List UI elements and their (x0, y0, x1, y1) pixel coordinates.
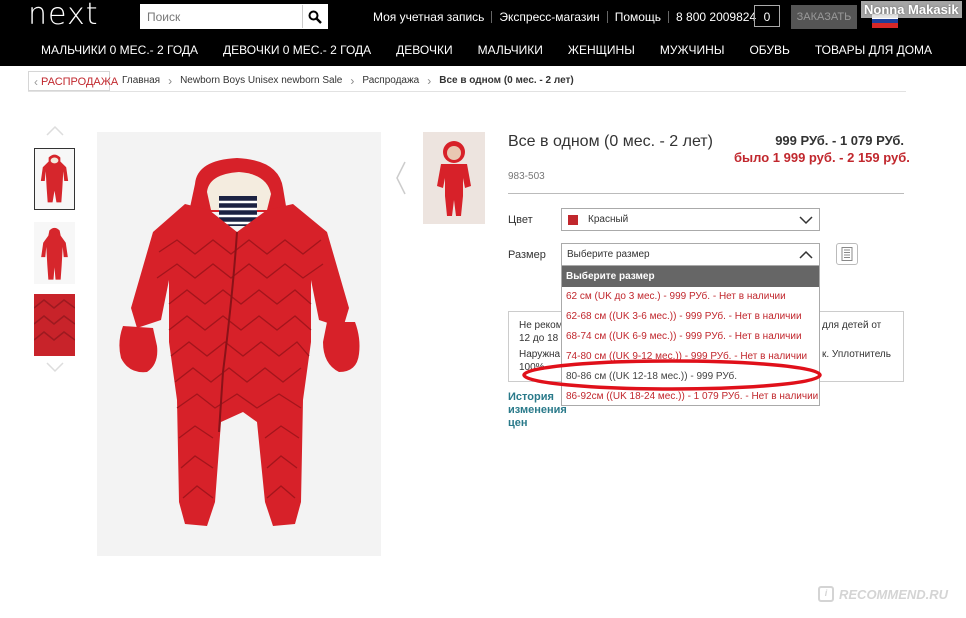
size-option[interactable]: 80-86 см ((UK 12-18 мес.)) - 999 РУб. (562, 367, 819, 387)
logo[interactable]: next (28, 0, 98, 34)
help-link[interactable]: Помощь (608, 11, 670, 23)
thumbnail-1[interactable] (34, 148, 75, 210)
price-history-link[interactable]: История изменения цен (508, 391, 567, 430)
nav-men[interactable]: МУЖЧИНЫ (652, 43, 733, 57)
search-input[interactable] (141, 5, 304, 28)
nav-girls[interactable]: ДЕВОЧКИ (388, 43, 460, 57)
description-line: Не реком (519, 320, 563, 331)
color-label: Цвет (508, 214, 533, 226)
size-option-placeholder[interactable]: Выберите размер (562, 266, 819, 287)
search-box (140, 4, 328, 29)
breadcrumb-home[interactable]: Главная (122, 75, 160, 86)
size-label: Размер (508, 249, 546, 261)
breadcrumb-sale[interactable]: Распродажа (362, 75, 419, 86)
back-button[interactable]: ‹ РАСПРОДАЖА (28, 70, 118, 91)
nav-girls-baby[interactable]: ДЕВОЧКИ 0 МЕС.- 2 ГОДА (215, 43, 379, 57)
size-guide-button[interactable] (836, 243, 858, 265)
recommend-logo-icon: i (818, 586, 834, 602)
back-label: РАСПРОДАЖА (41, 75, 119, 88)
thumbnail-2[interactable] (34, 222, 75, 284)
nav-boys-baby[interactable]: МАЛЬЧИКИ 0 МЕС.- 2 ГОДА (33, 43, 206, 57)
description-line: 100% (519, 362, 545, 373)
main-nav: МАЛЬЧИКИ 0 МЕС.- 2 ГОДА ДЕВОЧКИ 0 МЕС.- … (0, 34, 966, 66)
checkout-button[interactable]: ЗАКАЗАТЬ (791, 5, 857, 29)
size-dropdown-list: Выберите размер 62 см (UK до 3 мес.) - 9… (561, 265, 820, 406)
size-option[interactable]: 62-68 см ((UK 3-6 мес.)) - 999 РУб. - Не… (562, 307, 819, 327)
search-button[interactable] (302, 5, 327, 28)
watermark-text: RECOMMEND.RU (839, 586, 949, 602)
description-line: для детей от (822, 320, 882, 331)
chevron-up-icon (799, 250, 813, 259)
size-option[interactable]: 62 см (UK до 3 мес.) - 999 РУб. - Нет в … (562, 287, 819, 307)
thumbnails-up-icon[interactable] (45, 124, 65, 136)
breadcrumb-category[interactable]: Newborn Boys Unisex newborn Sale (180, 75, 342, 86)
phone-number: 8 800 2009824 (676, 10, 757, 24)
product-title: Все в одном (0 мес. - 2 лет) (508, 133, 713, 150)
size-option[interactable]: 74-80 см ((UK 9-12 мес.)) - 999 РУб. - Н… (562, 347, 819, 367)
nav-shoes[interactable]: ОБУВЬ (741, 43, 797, 57)
top-bar: next Моя учетная запись Экспресс-магазин… (0, 0, 966, 34)
color-select[interactable]: Красный (561, 208, 820, 231)
current-price: 999 РУб. - 1 079 РУб. (775, 133, 904, 148)
chevron-right-icon: › (168, 73, 173, 88)
nav-boys[interactable]: МАЛЬЧИКИ (470, 43, 551, 57)
cart-icon[interactable]: 0 (754, 5, 780, 27)
color-swatch (568, 215, 578, 225)
size-select[interactable]: Выберите размер (561, 243, 820, 266)
lifestyle-image[interactable] (423, 132, 485, 224)
breadcrumb: ‹ РАСПРОДАЖА Главная › Newborn Boys Unis… (28, 70, 906, 92)
divider (508, 193, 904, 194)
ruler-icon (841, 247, 853, 261)
express-shop-link[interactable]: Экспресс-магазин (492, 11, 608, 23)
chevron-right-icon: › (350, 73, 355, 88)
description-line: 12 до 18 (519, 333, 559, 344)
size-option[interactable]: 86-92см ((UK 18-24 мес.)) - 1 079 РУб. -… (562, 387, 819, 407)
size-option[interactable]: 68-74 см ((UK 6-9 мес.)) - 999 РУб. - Не… (562, 327, 819, 347)
site-watermark: i RECOMMEND.RU (818, 586, 948, 602)
thumbnail-3[interactable] (33, 294, 76, 356)
product-code: 983-503 (508, 171, 545, 182)
main-product-image[interactable] (97, 132, 381, 556)
breadcrumb-current: Все в одном (0 мес. - 2 лет) (439, 75, 574, 86)
color-value: Красный (588, 214, 629, 225)
old-price: было 1 999 руб. - 2 159 руб. (734, 150, 910, 165)
chevron-down-icon (799, 216, 813, 225)
account-links: Моя учетная запись Экспресс-магазин Помо… (366, 0, 763, 34)
thumbnails-down-icon[interactable] (45, 362, 65, 374)
chevron-left-icon: ‹ (34, 74, 38, 89)
size-select-value: Выберите размер (567, 249, 650, 260)
nav-women[interactable]: ЖЕНЩИНЫ (560, 43, 643, 57)
search-icon (308, 10, 322, 24)
description-line: Наружна (519, 349, 561, 360)
chevron-right-icon: › (427, 73, 432, 88)
username-watermark: Nonna Makasik (861, 1, 962, 18)
description-line: к. Уплотнитель (822, 349, 891, 360)
image-prev-icon[interactable] (395, 160, 407, 196)
nav-home[interactable]: ТОВАРЫ ДЛЯ ДОМА (807, 43, 940, 57)
account-link[interactable]: Моя учетная запись (366, 11, 493, 23)
